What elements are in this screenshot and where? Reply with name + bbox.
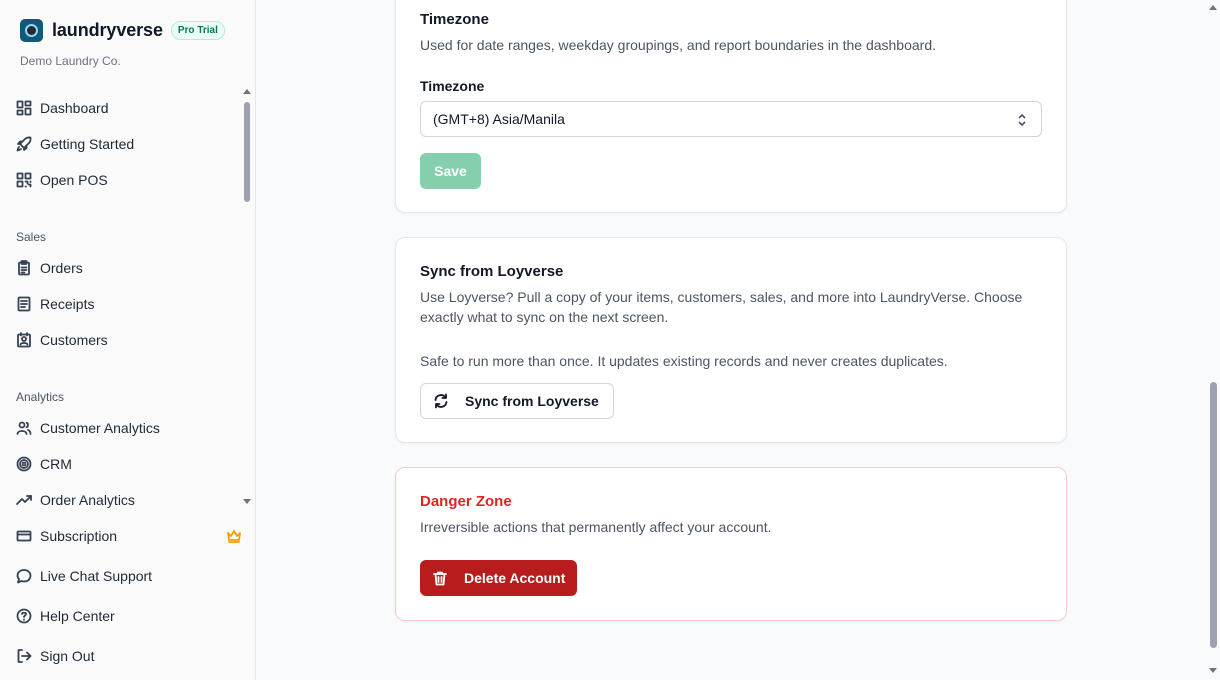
sidebar-scrollbar-thumb[interactable]: [244, 102, 250, 202]
sidebar-item-label: Order Analytics: [40, 492, 135, 508]
main-scrollbar-thumb[interactable]: [1210, 382, 1217, 648]
sidebar-item-crm[interactable]: CRM: [16, 452, 242, 476]
sidebar-scroll-up-arrow[interactable]: [243, 89, 251, 94]
sidebar-item-subscription[interactable]: Subscription: [16, 524, 242, 548]
timezone-field-label: Timezone: [420, 78, 485, 94]
organization-name: Demo Laundry Co.: [20, 54, 121, 68]
section-label-sales: Sales: [16, 230, 47, 244]
main-scroll-up-arrow[interactable]: [1209, 5, 1217, 10]
trash-icon: [433, 571, 447, 586]
brand-name: laundryverse: [52, 20, 163, 40]
sidebar-item-customers[interactable]: Customers: [16, 328, 242, 352]
receipt-icon: [16, 296, 32, 312]
timezone-select[interactable]: (GMT+8) Asia/Manila: [420, 101, 1042, 137]
sidebar-item-label: Sign Out: [40, 648, 95, 664]
sidebar-item-label: Orders: [40, 260, 83, 276]
sync-button-label: Sync from Loyverse: [465, 393, 599, 409]
sidebar-item-label: Dashboard: [40, 100, 109, 116]
timezone-card-title: Timezone: [420, 11, 489, 28]
sidebar-item-label: Open POS: [40, 172, 108, 188]
sidebar-item-label: CRM: [40, 456, 72, 472]
sync-card-note: Safe to run more than once. It updates e…: [420, 353, 948, 369]
sync-card-title: Sync from Loyverse: [420, 263, 564, 280]
sidebar-item-open-pos[interactable]: Open POS: [16, 168, 242, 192]
qr-icon: [16, 172, 32, 188]
sidebar-item-getting-started[interactable]: Getting Started: [16, 132, 242, 156]
sidebar-item-label: Customer Analytics: [40, 420, 160, 436]
credit-card-icon: [16, 528, 32, 544]
sidebar-item-label: Receipts: [40, 296, 95, 312]
sidebar-item-orders[interactable]: Orders: [16, 256, 242, 280]
trending-up-icon: [16, 492, 32, 508]
section-label-analytics: Analytics: [16, 390, 65, 404]
timezone-card-description: Used for date ranges, weekday groupings,…: [420, 37, 937, 53]
clipboard-icon: [16, 260, 32, 276]
sidebar-item-label: Subscription: [40, 528, 118, 544]
sidebar: laundryverse Pro Trial Demo Laundry Co. …: [0, 0, 256, 680]
sidebar-item-dashboard[interactable]: Dashboard: [16, 96, 242, 120]
chat-icon: [16, 568, 32, 584]
save-button[interactable]: Save: [420, 153, 481, 189]
danger-zone-description: Irreversible actions that permanently af…: [420, 519, 772, 535]
plan-badge: Pro Trial: [170, 21, 225, 40]
sidebar-item-help-center[interactable]: Help Center: [16, 604, 242, 628]
sync-card: Sync from Loyverse Use Loyverse? Pull a …: [395, 237, 1067, 443]
sidebar-item-label: Customers: [40, 332, 108, 348]
sign-out-icon: [16, 648, 32, 664]
refresh-icon: [434, 393, 448, 409]
delete-account-label: Delete Account: [464, 570, 566, 586]
sidebar-item-label: Getting Started: [40, 136, 135, 152]
sync-card-description: Use Loyverse? Pull a copy of your items,…: [420, 289, 1023, 325]
danger-zone-card: Danger Zone Irreversible actions that pe…: [395, 467, 1067, 621]
help-icon: [16, 608, 32, 624]
sidebar-item-label: Help Center: [40, 608, 115, 624]
dashboard-icon: [16, 100, 32, 116]
users-icon: [16, 420, 32, 436]
brand-logo-icon: [20, 19, 43, 42]
sidebar-scroll-down-arrow[interactable]: [243, 499, 251, 504]
sync-from-loyverse-button[interactable]: Sync from Loyverse: [420, 383, 614, 419]
sidebar-item-label: Live Chat Support: [40, 568, 153, 584]
timezone-select-value: (GMT+8) Asia/Manila: [433, 111, 565, 127]
chevron-up-down-icon: [1015, 112, 1029, 131]
rocket-icon: [16, 136, 32, 152]
sidebar-item-order-analytics[interactable]: Order Analytics: [16, 488, 242, 512]
sidebar-item-customer-analytics[interactable]: Customer Analytics: [16, 416, 242, 440]
main-scroll-down-arrow[interactable]: [1209, 668, 1217, 673]
timezone-card: Timezone Used for date ranges, weekday g…: [395, 0, 1067, 213]
sidebar-item-receipts[interactable]: Receipts: [16, 292, 242, 316]
brand[interactable]: laundryverse Pro Trial: [20, 19, 225, 42]
sidebar-item-live-chat-support[interactable]: Live Chat Support: [16, 564, 242, 588]
sidebar-item-sign-out[interactable]: Sign Out: [16, 644, 242, 668]
delete-account-button[interactable]: Delete Account: [420, 560, 578, 596]
crown-icon: [226, 528, 242, 547]
target-icon: [16, 456, 32, 472]
contact-icon: [16, 332, 32, 348]
danger-zone-title: Danger Zone: [420, 493, 512, 510]
